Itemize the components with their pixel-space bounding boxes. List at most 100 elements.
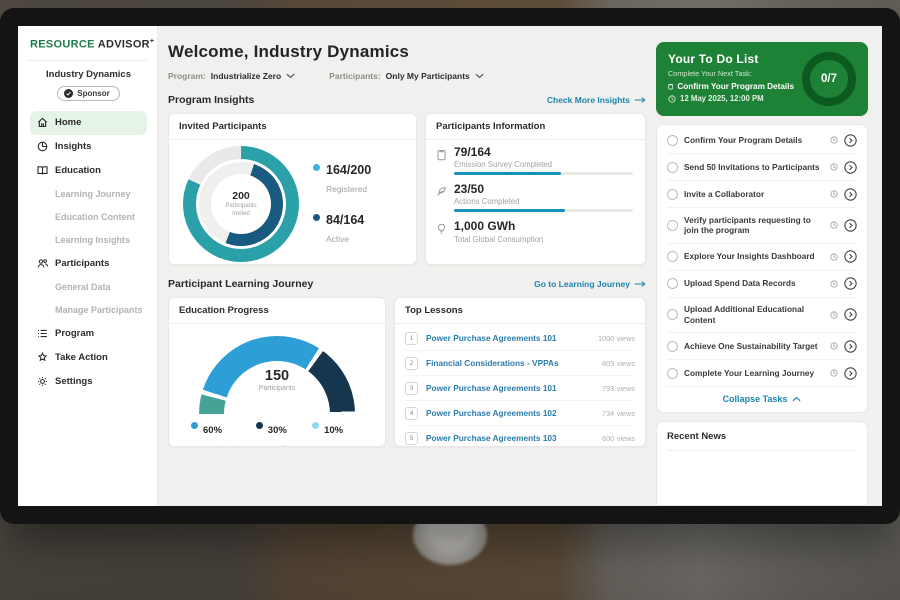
task-label: Send 50 Invitations to Participants bbox=[684, 162, 824, 173]
sidebar-item-program[interactable]: Program bbox=[30, 322, 147, 346]
lesson-row: 2 Financial Considerations - VPPAs 803 v… bbox=[405, 351, 635, 376]
clock-icon bbox=[830, 369, 838, 377]
todo-due-date: 12 May 2025, 12:00 PM bbox=[680, 94, 764, 103]
legend-value: 164/200 bbox=[326, 163, 371, 177]
insights-icon bbox=[37, 141, 48, 152]
gauge-center-label: Participants bbox=[199, 385, 355, 392]
task-row: Send 50 Invitations to Participants bbox=[667, 154, 857, 181]
legend-dot bbox=[313, 164, 320, 171]
clipboard-icon bbox=[668, 82, 673, 91]
lesson-title-link[interactable]: Power Purchase Agreements 101 bbox=[426, 383, 594, 393]
participants-label: Participants: bbox=[329, 71, 381, 81]
task-chevron-button[interactable] bbox=[844, 219, 857, 232]
photo-background: RESOURCE ADVISOR+ Industry Dynamics Spon… bbox=[0, 0, 900, 600]
legend-value: 84/164 bbox=[326, 213, 364, 227]
go-to-learning-journey-link[interactable]: Go to Learning Journey bbox=[534, 279, 646, 289]
sidebar-item-learning-insights[interactable]: Learning Insights bbox=[30, 229, 147, 252]
page-title: Welcome, Industry Dynamics bbox=[168, 42, 646, 62]
stat-value: 23/50 bbox=[454, 183, 633, 196]
task-checkbox[interactable] bbox=[667, 220, 678, 231]
lesson-title-link[interactable]: Power Purchase Agreements 103 bbox=[426, 433, 594, 443]
lesson-title-link[interactable]: Power Purchase Agreements 101 bbox=[426, 333, 590, 343]
sidebar-item-participants[interactable]: Participants bbox=[30, 252, 147, 276]
chevron-right-icon bbox=[844, 161, 857, 174]
task-label: Explore Your Insights Dashboard bbox=[684, 251, 824, 262]
clock-icon bbox=[830, 342, 838, 350]
donut-center-label: Participants Invited bbox=[225, 203, 256, 218]
sidebar-item-label: Participants bbox=[55, 258, 109, 269]
monitor-bezel: RESOURCE ADVISOR+ Industry Dynamics Spon… bbox=[0, 8, 900, 524]
task-checkbox[interactable] bbox=[667, 368, 678, 379]
legend-label: Not Started bbox=[324, 444, 361, 447]
learning-journey-header: Participant Learning Journey Go to Learn… bbox=[168, 278, 646, 290]
task-chevron-button[interactable] bbox=[844, 308, 857, 321]
chevron-up-icon bbox=[792, 396, 801, 402]
task-chevron-button[interactable] bbox=[844, 277, 857, 290]
lesson-views: 803 bbox=[602, 359, 614, 368]
link-label: Go to Learning Journey bbox=[534, 279, 630, 289]
lesson-title-link[interactable]: Power Purchase Agreements 102 bbox=[426, 408, 594, 418]
task-checkbox[interactable] bbox=[667, 189, 678, 200]
sidebar-nav: Home Insights Education Learning Journey… bbox=[30, 111, 147, 394]
chevron-down-icon bbox=[286, 73, 295, 79]
task-row: Invite a Collaborator bbox=[667, 181, 857, 208]
sidebar-item-learning-journey[interactable]: Learning Journey bbox=[30, 183, 147, 206]
lesson-rank: 3 bbox=[405, 382, 418, 395]
task-label: Confirm Your Program Details bbox=[684, 135, 824, 146]
chevron-right-icon bbox=[844, 134, 857, 147]
sidebar-item-label: Insights bbox=[55, 141, 91, 152]
gauge-chart: 150 Participants bbox=[199, 336, 355, 414]
task-chevron-button[interactable] bbox=[844, 134, 857, 147]
task-checkbox[interactable] bbox=[667, 251, 678, 262]
check-more-insights-link[interactable]: Check More Insights bbox=[547, 95, 646, 105]
participants-dropdown[interactable]: Participants: Only My Participants bbox=[329, 71, 484, 81]
sidebar-item-education[interactable]: Education bbox=[30, 159, 147, 183]
task-chevron-button[interactable] bbox=[844, 367, 857, 380]
clock-icon bbox=[830, 190, 838, 198]
sidebar-item-settings[interactable]: Settings bbox=[30, 370, 147, 394]
task-checkbox[interactable] bbox=[667, 341, 678, 352]
sponsor-label: Sponsor bbox=[77, 89, 109, 98]
lesson-views: 600 bbox=[602, 434, 614, 443]
program-dropdown[interactable]: Program: Industrialize Zero bbox=[168, 71, 295, 81]
legend-label: Registered bbox=[326, 184, 367, 194]
lessons-list: 1 Power Purchase Agreements 101 1000 vie… bbox=[395, 324, 645, 447]
sidebar-item-general-data[interactable]: General Data bbox=[30, 276, 147, 299]
chevron-right-icon bbox=[844, 277, 857, 290]
sponsor-badge[interactable]: Sponsor bbox=[57, 86, 119, 101]
donut-center-value: 200 bbox=[232, 190, 250, 202]
sponsor-icon bbox=[64, 89, 73, 98]
task-label: Invite a Collaborator bbox=[684, 189, 824, 200]
sidebar-item-home[interactable]: Home bbox=[30, 111, 147, 135]
sidebar-item-manage-participants[interactable]: Manage Participants bbox=[30, 299, 147, 322]
sidebar-item-insights[interactable]: Insights bbox=[30, 135, 147, 159]
task-chevron-button[interactable] bbox=[844, 188, 857, 201]
task-chevron-button[interactable] bbox=[844, 340, 857, 353]
task-checkbox[interactable] bbox=[667, 135, 678, 146]
legend-label: Pending bbox=[268, 444, 295, 447]
sidebar: RESOURCE ADVISOR+ Industry Dynamics Spon… bbox=[18, 26, 158, 506]
task-checkbox[interactable] bbox=[667, 278, 678, 289]
legend-label: Active bbox=[326, 234, 349, 244]
clock-icon bbox=[830, 280, 838, 288]
task-chevron-button[interactable] bbox=[844, 161, 857, 174]
lesson-views: 1000 bbox=[598, 334, 614, 343]
task-row: Upload Additional Educational Content bbox=[667, 298, 857, 334]
todo-next-task: Confirm Your Program Details bbox=[677, 82, 794, 91]
sidebar-item-education-content[interactable]: Education Content bbox=[30, 206, 147, 229]
lesson-row: 4 Power Purchase Agreements 102 734 view… bbox=[405, 401, 635, 426]
invited-participants-card: Invited Participants 200 Participants In… bbox=[168, 113, 417, 265]
task-checkbox[interactable] bbox=[667, 162, 678, 173]
collapse-tasks-link[interactable]: Collapse Tasks bbox=[667, 387, 857, 408]
views-suffix: views bbox=[617, 359, 635, 368]
legend-value: 10% bbox=[324, 425, 343, 436]
invited-donut-chart: 200 Participants Invited 164/200 Registe… bbox=[169, 140, 416, 265]
task-row: Achieve One Sustainability Target bbox=[667, 333, 857, 360]
task-checkbox[interactable] bbox=[667, 309, 678, 320]
task-chevron-button[interactable] bbox=[844, 250, 857, 263]
lesson-title-link[interactable]: Financial Considerations - VPPAs bbox=[426, 358, 594, 368]
sidebar-item-take-action[interactable]: Take Action bbox=[30, 346, 147, 370]
tasks-card: Confirm Your Program Details Send 50 Inv… bbox=[656, 124, 868, 413]
sidebar-item-label: Take Action bbox=[55, 352, 108, 363]
clock-icon bbox=[830, 311, 838, 319]
